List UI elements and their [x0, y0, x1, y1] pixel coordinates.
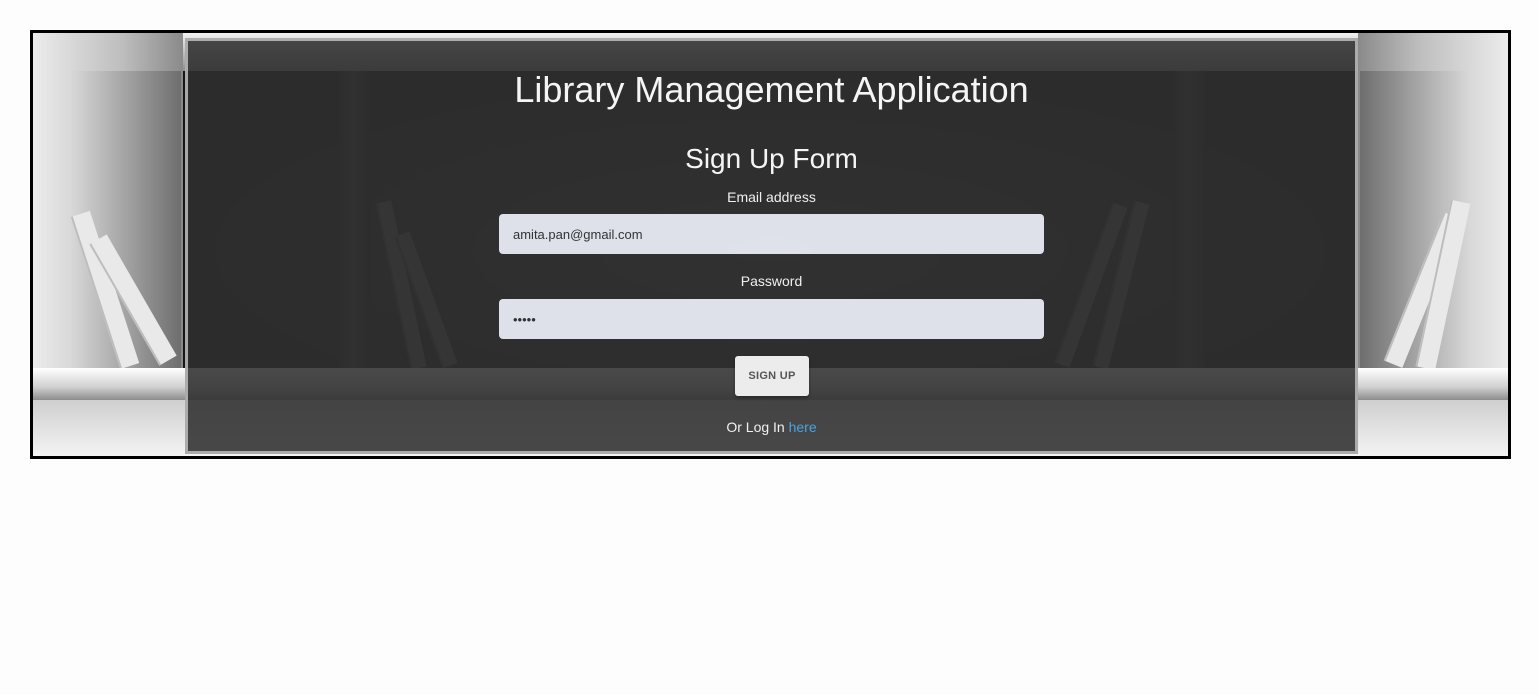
form-heading: Sign Up Form: [685, 143, 858, 174]
login-prompt: Or Log In here: [188, 419, 1355, 435]
app-frame: Library Management Application Sign Up F…: [30, 30, 1511, 459]
login-prompt-text: Or Log In: [726, 419, 785, 435]
password-label: Password: [740, 273, 803, 289]
email-field[interactable]: [499, 214, 1044, 254]
app-title: Library Management Application: [514, 69, 1029, 110]
login-link[interactable]: here: [789, 419, 817, 435]
email-label: Email address: [727, 189, 816, 205]
signup-panel: Library Management Application Sign Up F…: [185, 38, 1358, 454]
signup-button[interactable]: SIGN UP: [735, 356, 809, 396]
password-field[interactable]: [499, 299, 1044, 339]
